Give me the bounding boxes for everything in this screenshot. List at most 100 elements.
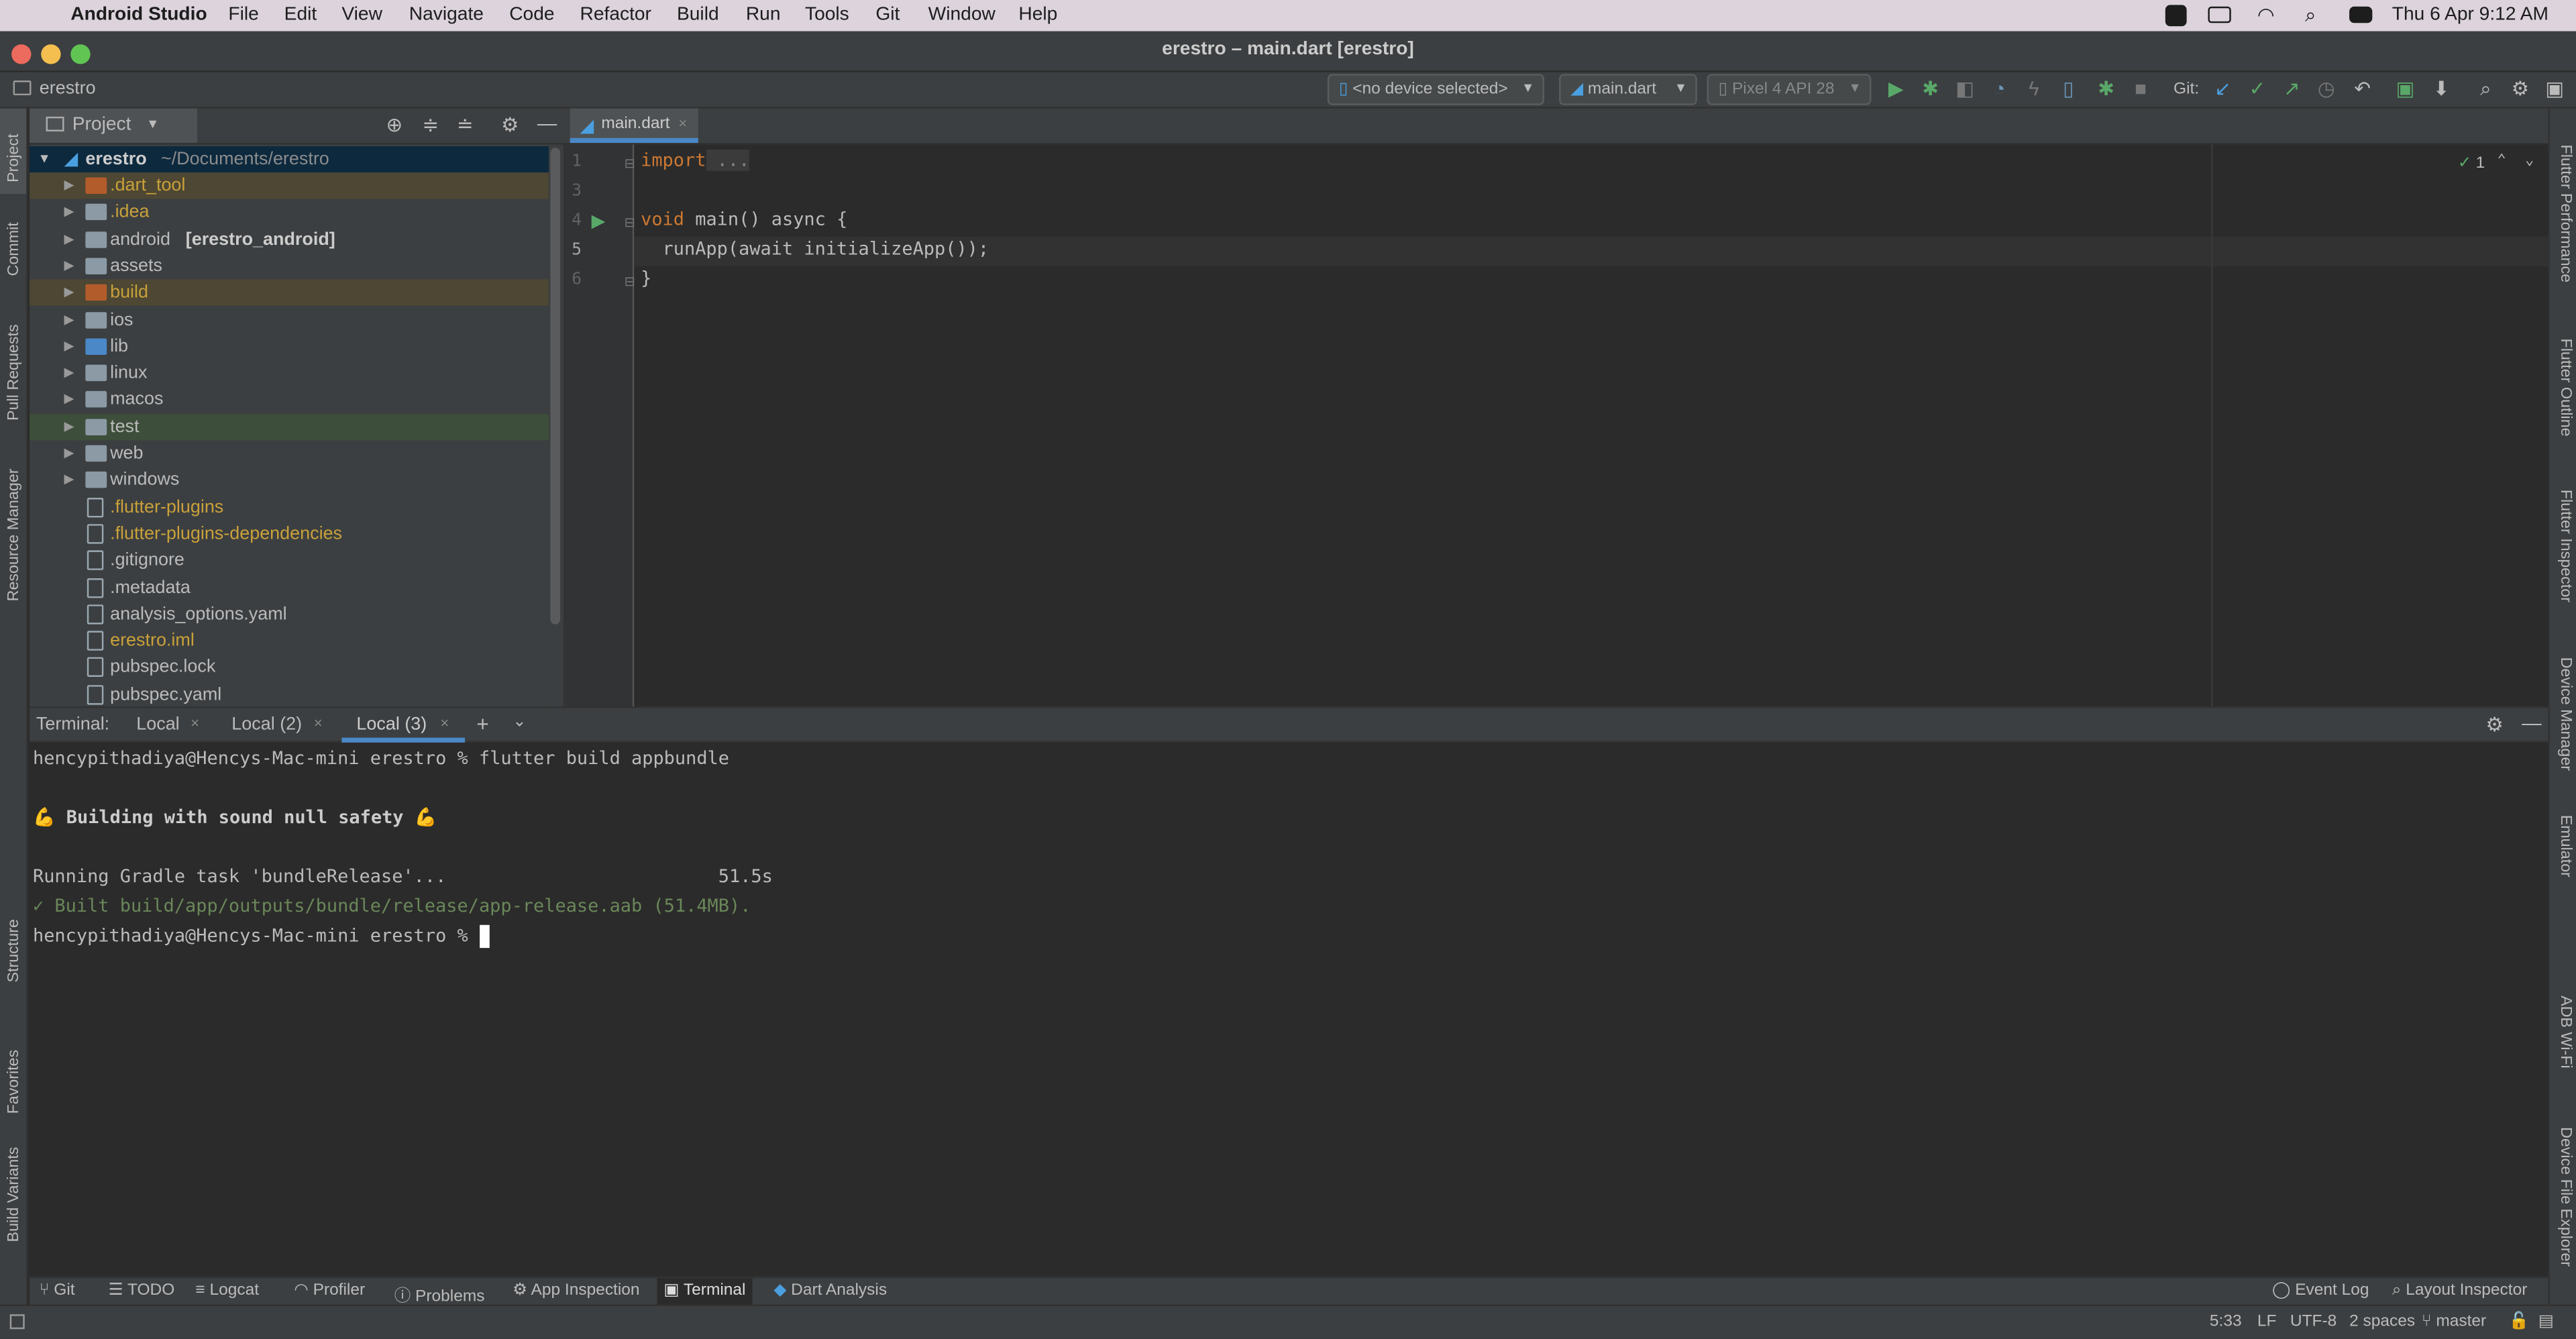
tool-structure[interactable]: Structure	[5, 919, 23, 982]
run-config-selector[interactable]: ◢ main.dart ▼	[1559, 74, 1697, 105]
chevron-right-icon[interactable]: ▶	[64, 199, 74, 225]
stop-icon[interactable]: ■	[2129, 77, 2152, 100]
hot-reload-icon[interactable]: ϟ	[2023, 77, 2045, 100]
tool-layout-inspector[interactable]: ⌕ Layout Inspector	[2392, 1281, 2528, 1299]
terminal-settings-icon[interactable]: ⚙	[2485, 713, 2503, 736]
menu-view[interactable]: View	[341, 5, 382, 24]
tree-item[interactable]: ▶ test	[30, 413, 549, 440]
chevron-right-icon[interactable]: ▶	[64, 333, 74, 360]
git-commit-icon[interactable]: ✓	[2246, 77, 2269, 100]
project-view-selector[interactable]: Project ▼	[30, 108, 197, 144]
terminal-tab-3-active[interactable]: Local (3) ×	[341, 708, 466, 743]
tool-event-log[interactable]: ◯ Event Log	[2272, 1281, 2369, 1299]
scrollbar-thumb[interactable]	[550, 148, 561, 625]
tool-logcat[interactable]: ≡ Logcat	[195, 1281, 259, 1299]
chevron-right-icon[interactable]: ▶	[64, 467, 74, 493]
tool-device-file-explorer[interactable]: Device File Explorer	[2557, 1127, 2575, 1267]
git-push-icon[interactable]: ↗	[2280, 77, 2303, 100]
run-icon[interactable]: ▶	[1884, 77, 1907, 100]
app-menu[interactable]: Android Studio	[70, 5, 207, 24]
device-selector[interactable]: ▯ <no device selected> ▼	[1327, 74, 1545, 105]
tree-item[interactable]: .flutter-plugins	[30, 494, 549, 520]
device-manager-icon[interactable]: ▣	[2394, 77, 2416, 100]
chevron-right-icon[interactable]: ▶	[64, 386, 74, 413]
git-history-icon[interactable]: ◷	[2315, 77, 2338, 100]
menu-git[interactable]: Git	[875, 5, 900, 24]
tree-item[interactable]: ▶ lib	[30, 333, 549, 360]
tool-favorites[interactable]: Favorites	[5, 1050, 23, 1114]
tree-item[interactable]: ▶ linux	[30, 360, 549, 386]
close-tab-icon[interactable]: ×	[191, 714, 199, 731]
tool-emulator[interactable]: Emulator	[2557, 815, 2575, 877]
chevron-right-icon[interactable]: ▶	[64, 253, 74, 279]
tool-flutter-inspector[interactable]: Flutter Inspector	[2557, 490, 2575, 602]
tool-flutter-performance[interactable]: Flutter Performance	[2557, 145, 2575, 283]
toggle-tool-windows-icon[interactable]	[9, 1314, 25, 1330]
close-tab-icon[interactable]: ×	[440, 714, 449, 731]
chevron-down-icon[interactable]: ⌄	[513, 713, 527, 731]
chevron-right-icon[interactable]: ▶	[64, 360, 74, 386]
run-gutter-icon[interactable]: ▶	[592, 210, 606, 231]
tool-dart-analysis[interactable]: ◆ Dart Analysis	[773, 1281, 887, 1299]
profile-icon[interactable]: ◔	[1988, 77, 2010, 100]
menu-file[interactable]: File	[228, 5, 258, 24]
caret-position[interactable]: 5:33	[2210, 1313, 2242, 1331]
tree-item[interactable]: erestro.iml	[30, 628, 549, 654]
chevron-down-icon[interactable]: ⌄	[2525, 153, 2534, 169]
sdk-manager-icon[interactable]: ⬇	[2430, 77, 2453, 100]
tool-build-variants[interactable]: Build Variants	[5, 1147, 23, 1242]
hide-panel-icon[interactable]: —	[537, 112, 557, 135]
breadcrumb[interactable]: erestro	[40, 79, 96, 99]
file-encoding[interactable]: UTF-8	[2290, 1313, 2337, 1331]
close-tab-icon[interactable]: ×	[678, 115, 687, 131]
code-with-me-icon[interactable]: ▣	[2543, 77, 2566, 100]
search-icon[interactable]: ⌕	[2305, 3, 2316, 28]
tool-app-inspection[interactable]: ⚙ App Inspection	[513, 1281, 639, 1299]
inspection-ok-icon[interactable]: ✓	[2458, 154, 2472, 172]
tool-terminal-active[interactable]: ▣ Terminal	[657, 1278, 753, 1305]
panel-settings-icon[interactable]: ⚙	[501, 113, 519, 136]
tree-root[interactable]: ▼ ◢ erestro ~/Documents/erestro	[30, 146, 549, 173]
menu-build[interactable]: Build	[677, 5, 719, 24]
tree-item[interactable]: .metadata	[30, 574, 549, 600]
tree-item[interactable]: ▶ .idea	[30, 199, 549, 225]
locate-file-icon[interactable]: ⊕	[386, 113, 403, 136]
menu-window[interactable]: Window	[928, 5, 996, 24]
rollback-icon[interactable]: ↶	[2351, 77, 2374, 100]
apply-changes-icon[interactable]: ▯	[2057, 77, 2080, 100]
tool-flutter-outline[interactable]: Flutter Outline	[2557, 338, 2575, 436]
tree-item[interactable]: analysis_options.yaml	[30, 601, 549, 627]
tool-commit[interactable]: Commit	[5, 222, 23, 276]
code-editor[interactable]: import ... void main() async { runApp(aw…	[634, 144, 2548, 707]
chevron-up-icon[interactable]: ⌃	[2497, 153, 2506, 169]
collapse-all-icon[interactable]: ≐	[457, 113, 474, 136]
new-terminal-icon[interactable]: +	[476, 711, 489, 736]
coverage-icon[interactable]: ◧	[1953, 77, 1976, 100]
chevron-right-icon[interactable]: ▶	[64, 226, 74, 252]
status-app-icon[interactable]	[2165, 5, 2187, 27]
search-everywhere-icon[interactable]: ⌕	[2474, 77, 2497, 100]
menu-tools[interactable]: Tools	[805, 5, 849, 24]
tree-item[interactable]: .gitignore	[30, 547, 549, 574]
tool-git[interactable]: ⑂ Git	[40, 1281, 75, 1299]
menu-help[interactable]: Help	[1018, 5, 1057, 24]
tree-item[interactable]: .flutter-plugins-dependencies	[30, 521, 549, 547]
tool-profiler[interactable]: ◠ Profiler	[294, 1281, 365, 1299]
hide-terminal-icon[interactable]: —	[2522, 711, 2541, 734]
git-update-icon[interactable]: ↙	[2211, 77, 2234, 100]
indent-setting[interactable]: 2 spaces	[2349, 1313, 2415, 1331]
menu-extras-icon[interactable]	[2208, 6, 2231, 23]
project-scrollbar[interactable]	[548, 144, 564, 707]
menu-refactor[interactable]: Refactor	[580, 5, 651, 24]
tree-item[interactable]: ▶ macos	[30, 386, 549, 413]
folded-imports[interactable]: ...	[706, 149, 750, 171]
tree-item[interactable]: pubspec.lock	[30, 655, 549, 681]
chevron-right-icon[interactable]: ▶	[64, 440, 74, 466]
git-branch[interactable]: ⑂ master	[2422, 1313, 2486, 1331]
chevron-right-icon[interactable]: ▶	[64, 172, 74, 199]
tool-project[interactable]: Project	[5, 133, 23, 182]
tab-main-dart[interactable]: ◢ main.dart ×	[570, 108, 698, 144]
tree-item[interactable]: ▶ android [erestro_android]	[30, 226, 549, 252]
line-separator[interactable]: LF	[2257, 1313, 2277, 1331]
tool-adb-wifi[interactable]: ADB Wi-Fi	[2557, 996, 2575, 1069]
